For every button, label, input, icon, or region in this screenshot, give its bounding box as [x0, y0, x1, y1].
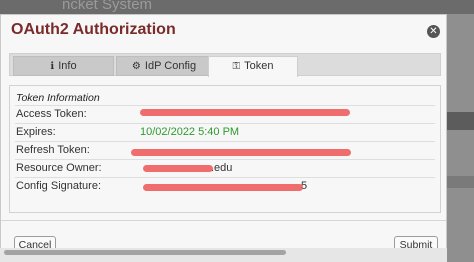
token-panel: Token Information Access Token: Expires:… — [9, 85, 441, 213]
access-token-label: Access Token: — [16, 108, 87, 120]
redaction-mark — [140, 109, 350, 116]
table-row: Resource Owner: .edu — [15, 159, 435, 177]
tab-label: Token — [244, 60, 274, 72]
resource-owner-label: Resource Owner: — [16, 162, 102, 174]
redaction-mark — [143, 165, 213, 172]
tab-label: Info — [58, 60, 77, 72]
dialog-title: OAuth2 Authorization — [11, 21, 176, 38]
tab-label: IdP Config — [144, 60, 197, 72]
close-icon[interactable]: ✕ — [427, 25, 440, 38]
background-header: ncket System — [0, 0, 474, 14]
table-row: Access Token: — [15, 105, 435, 123]
info-icon: ℹ — [50, 61, 55, 72]
config-signature-label: Config Signature: — [16, 180, 101, 192]
background-bar — [447, 176, 474, 188]
redaction-mark — [131, 149, 351, 156]
tab-idp-config[interactable]: ⚙ IdP Config — [116, 56, 212, 76]
table-row: Config Signature: 5 — [15, 177, 435, 195]
gear-icon: ⚙ — [131, 61, 141, 72]
tab-bar: ℹ Info ⚙ IdP Config ⚿ Token — [9, 53, 441, 77]
background-title: ncket System — [62, 0, 153, 13]
scrollbar-thumb[interactable] — [4, 250, 286, 255]
key-icon: ⚿ — [232, 61, 241, 72]
expires-value: 10/02/2022 5:40 PM — [140, 126, 240, 138]
tab-token[interactable]: ⚿ Token — [208, 56, 298, 77]
refresh-token-label: Refresh Token: — [16, 144, 90, 156]
tab-info[interactable]: ℹ Info — [13, 56, 114, 76]
table-row: Refresh Token: — [15, 141, 435, 159]
expires-label: Expires: — [16, 126, 56, 138]
background-bar — [447, 112, 474, 130]
resource-owner-value: .edu — [211, 162, 233, 174]
table-row: Expires: 10/02/2022 5:40 PM — [15, 123, 435, 141]
section-title: Token Information — [16, 92, 100, 104]
redaction-mark — [143, 184, 303, 191]
oauth2-dialog: OAuth2 Authorization ✕ ℹ Info ⚙ IdP Config… — [0, 14, 447, 262]
footer-divider — [1, 220, 446, 221]
